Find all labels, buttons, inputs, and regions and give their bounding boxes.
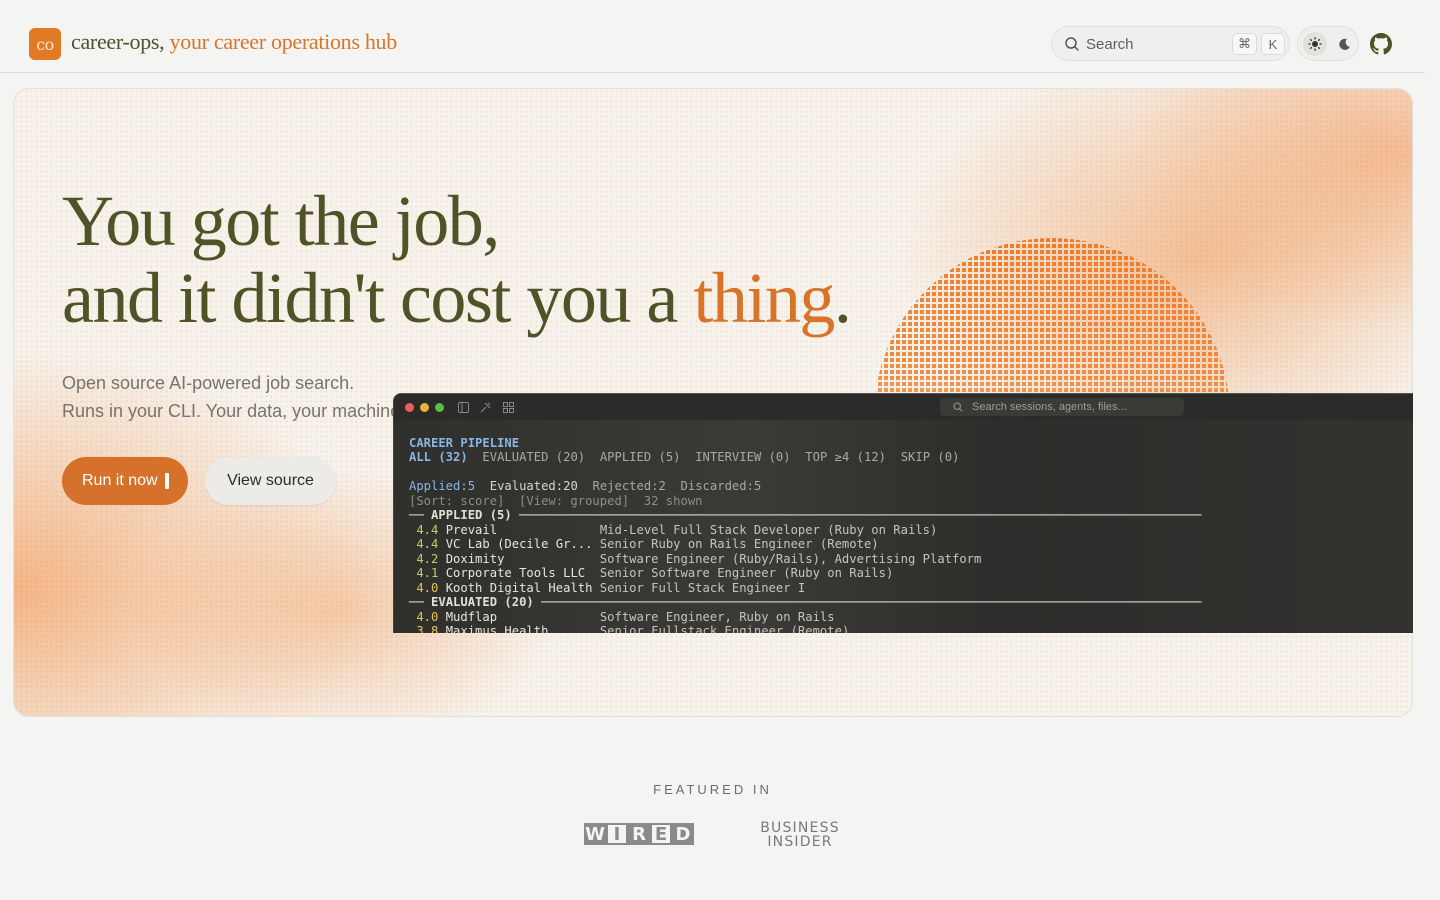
subcopy-line-2: Runs in your CLI. Your data, your machin… <box>62 401 406 421</box>
cursor-block-icon <box>165 473 169 489</box>
row-company: Prevail <box>445 522 498 537</box>
featured-in-label: FEATURED IN <box>653 782 772 797</box>
row-company: Mudflap <box>445 609 498 624</box>
row-role: Senior Full Stack Engineer I <box>599 580 806 595</box>
close-window-icon[interactable] <box>405 403 414 412</box>
view-source-button[interactable]: View source <box>205 457 336 505</box>
logo-badge[interactable]: co <box>29 28 61 60</box>
section-header-evaluated: ── EVALUATED (20) ──────────────────────… <box>409 595 1202 609</box>
row-score: 4.4 <box>416 537 439 551</box>
brand-name[interactable]: career-ops, your career operations hub <box>71 29 397 55</box>
section-header-applied: ── APPLIED (5) ─────────────────────────… <box>409 508 1202 522</box>
hero-headline: You got the job, and it didn't cost you … <box>62 181 852 338</box>
wired-letter: I <box>606 823 628 845</box>
brand-title: career-ops, <box>71 29 165 54</box>
wired-letter: E <box>650 823 672 845</box>
command-key-hint: ⌘ <box>1232 33 1257 55</box>
wired-letter: W <box>584 823 606 845</box>
brand-tagline: your career operations hub <box>164 29 398 54</box>
grid-icon[interactable] <box>503 402 514 413</box>
table-row[interactable]: 4.2 Doximity Software Engineer (Ruby/Rai… <box>409 552 1201 567</box>
business-insider-logo[interactable]: BUSINESS INSIDER <box>757 821 843 849</box>
row-score: 4.1 <box>416 566 439 580</box>
stat-discarded: Discarded:5 <box>680 479 762 493</box>
run-it-now-label: Run it now <box>82 472 158 489</box>
top-nav: co career-ops, your career operations hu… <box>0 0 1425 73</box>
row-company: VC Lab (Decile Gr... <box>445 537 593 551</box>
search-box[interactable]: Search ⌘ K <box>1051 26 1290 61</box>
headline-accent-word: thing <box>693 258 835 338</box>
headline-line-1: You got the job, <box>62 181 500 261</box>
search-icon <box>1065 37 1079 51</box>
terminal-output: CAREER PIPELINE ALL (32) EVALUATED (20) A… <box>409 421 1202 634</box>
row-score: 3.8 <box>416 624 439 633</box>
row-score: 4.0 <box>416 580 439 595</box>
tools-icon[interactable] <box>480 402 491 413</box>
section-label-evaluated: EVALUATED (20) <box>431 595 534 609</box>
wired-logo[interactable]: W I R E D <box>584 823 694 845</box>
moon-icon[interactable] <box>1332 32 1356 56</box>
row-company: Doximity <box>445 551 505 566</box>
tab-skip[interactable]: SKIP (0) <box>901 450 960 464</box>
row-role: Senior Software Engineer (Ruby on Rails) <box>599 566 894 580</box>
terminal-search-placeholder: Search sessions, agents, files... <box>972 401 1127 413</box>
sidebar-toggle-icon[interactable] <box>458 402 469 413</box>
stat-applied: Applied:5 <box>409 479 476 493</box>
table-row[interactable]: 4.4 Prevail Mid-Level Full Stack Develop… <box>409 523 1201 538</box>
tab-evaluated[interactable]: EVALUATED (20) <box>482 450 585 464</box>
tab-interview[interactable]: INTERVIEW (0) <box>695 450 790 464</box>
row-role: Software Engineer, Ruby on Rails <box>599 609 835 624</box>
maximize-window-icon[interactable] <box>435 403 444 412</box>
row-company: Kooth Digital Health <box>445 580 593 595</box>
bi-line-1: BUSINESS <box>760 820 840 836</box>
row-score: 4.2 <box>416 551 439 566</box>
stat-evaluated: Evaluated:20 <box>489 479 578 493</box>
github-icon[interactable] <box>1370 33 1392 55</box>
subcopy-line-1: Open source AI-powered job search. <box>62 373 355 393</box>
bi-line-2: INSIDER <box>767 834 833 850</box>
k-key-hint: K <box>1261 33 1285 55</box>
sort-view-line: [Sort: score] [View: grouped] 32 shown <box>409 493 703 508</box>
headline-line-2-text: and it didn't cost you a <box>62 258 694 338</box>
headline-period: . <box>833 258 852 338</box>
row-company: Corporate Tools LLC <box>445 566 586 580</box>
table-row[interactable]: 4.0 Mudflap Software Engineer, Ruby on R… <box>409 610 1201 625</box>
search-icon <box>953 402 963 412</box>
tab-top[interactable]: TOP ≥4 (12) <box>805 450 886 464</box>
row-role: Senior Fullstack Engineer (Remote) <box>599 624 850 633</box>
tab-applied[interactable]: APPLIED (5) <box>600 450 681 464</box>
row-score: 4.4 <box>416 522 439 537</box>
table-row[interactable]: 4.1 Corporate Tools LLC Senior Software … <box>409 566 1201 581</box>
row-score: 4.0 <box>416 609 439 624</box>
stat-rejected: Rejected:2 <box>592 479 666 493</box>
pipeline-stats: Applied:5 Evaluated:20 Rejected:2 Discar… <box>409 479 1201 494</box>
table-row[interactable]: 4.0 Kooth Digital Health Senior Full Sta… <box>409 581 1201 596</box>
pipeline-tabs: ALL (32) EVALUATED (20) APPLIED (5) INTE… <box>409 450 1201 465</box>
headline-line-2: and it didn't cost you a thing. <box>62 258 852 338</box>
table-row[interactable]: 3.8 Maximus Health Senior Fullstack Engi… <box>409 624 1201 633</box>
search-placeholder: Search <box>1086 36 1134 53</box>
table-row[interactable]: 4.4 VC Lab (Decile Gr... Senior Ruby on … <box>409 537 1201 552</box>
run-it-now-button[interactable]: Run it now <box>62 457 188 505</box>
tab-all[interactable]: ALL (32) <box>409 450 468 464</box>
wired-letter: R <box>628 823 650 845</box>
row-role: Software Engineer (Ruby/Rails), Advertis… <box>599 551 982 566</box>
row-company: Maximus Health <box>445 624 549 633</box>
hero-subcopy: Open source AI-powered job search. Runs … <box>62 369 405 425</box>
terminal-search-input[interactable]: Search sessions, agents, files... <box>940 398 1184 416</box>
section-label-applied: APPLIED (5) <box>431 508 512 522</box>
pipeline-title: CAREER PIPELINE <box>409 435 520 450</box>
minimize-window-icon[interactable] <box>420 403 429 412</box>
row-role: Mid-Level Full Stack Developer (Ruby on … <box>599 522 938 537</box>
theme-toggle[interactable] <box>1297 26 1359 61</box>
terminal-screenshot: Search sessions, agents, files... CAREER… <box>393 393 1413 633</box>
row-role: Senior Ruby on Rails Engineer (Remote) <box>599 537 879 551</box>
sun-icon[interactable] <box>1303 32 1327 56</box>
terminal-titlebar: Search sessions, agents, files... <box>394 394 1413 420</box>
wired-letter: D <box>672 823 694 845</box>
